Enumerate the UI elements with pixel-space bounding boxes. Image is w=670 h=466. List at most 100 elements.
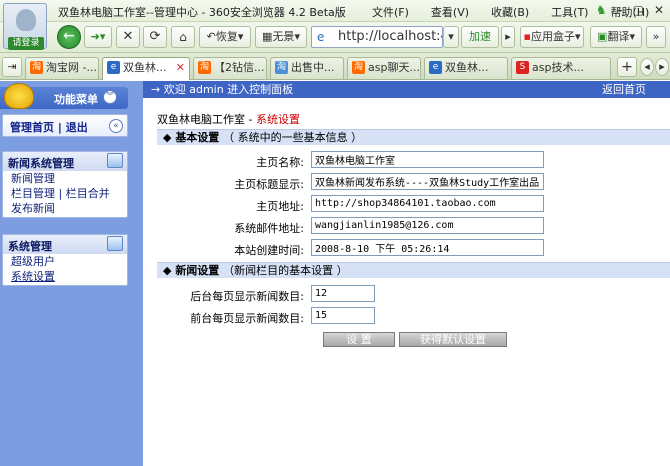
form-row: 主页名称: (157, 150, 670, 170)
back-button[interactable]: ← (57, 25, 81, 49)
form-row: 本站创建时间: (157, 238, 670, 258)
tab-admin-active[interactable]: e 双鱼林... ✕ (102, 57, 190, 80)
field-label: 后台每页显示新闻数目: (190, 290, 304, 303)
enter-panel-link[interactable]: 进入控制面板 (227, 83, 293, 96)
system-header[interactable]: 系统管理 (3, 235, 127, 254)
avatar[interactable]: 请登录 (3, 3, 47, 50)
tab-title: 出售中... (291, 61, 335, 74)
field-label: 本站创建时间: (234, 244, 304, 257)
welcome-strip: → 欢迎 admin 进入控制面板 返回首页 (143, 81, 670, 98)
sidebar-toggle-button[interactable]: ⇥ (2, 57, 22, 77)
basic-settings-section: ◆ 基本设置 （ 系统中的一些基本信息 ） (157, 129, 670, 145)
breadcrumb-separator: - (248, 113, 253, 126)
breadcrumb-site[interactable]: 双鱼林电脑工作室 (157, 113, 245, 126)
grid-icon: ▪ (523, 30, 531, 43)
stop-button[interactable]: ✕ (116, 26, 140, 48)
field-label: 前台每页显示新闻数目: (190, 312, 304, 325)
window-title-bar: 双鱼林电脑工作室--管理中心 - 360安全浏览器 4.2 Beta版 文件(F… (0, 0, 670, 22)
tab-asp-chat[interactable]: 淘 asp聊天... (347, 57, 421, 79)
address-bar[interactable]: e http://localhost:45 (311, 26, 443, 48)
diamond-bullet-icon: ◆ (163, 131, 172, 144)
menu-favorites[interactable]: 收藏(B) (491, 4, 529, 20)
form-row: 主页标题显示: (157, 172, 670, 192)
form-row: 前台每页显示新闻数目: (157, 306, 670, 326)
tab-asp-tech[interactable]: Sasp技术... (511, 57, 611, 79)
refresh-button[interactable]: ⟳ (143, 26, 167, 48)
created-time-input[interactable] (311, 239, 544, 256)
nav-links: 管理首页 | 退出 (10, 119, 88, 135)
logout-link[interactable]: 退出 (66, 121, 88, 134)
skin-icon[interactable]: ♞ (596, 3, 607, 17)
app-box-button[interactable]: ▪应用盒子▾ (520, 26, 584, 48)
admin-home-link[interactable]: 管理首页 (10, 121, 54, 134)
nav-panel: 管理首页 | 退出 « (2, 114, 128, 137)
browser-toolbar: ← ➜▾ ✕ ⟳ ⌂ ↶恢复▾ ▦无景▾ e http://localhost:… (0, 22, 670, 53)
tab-title: 双鱼林... (123, 61, 167, 74)
sidebar-item-publish-news[interactable]: 发布新闻 (3, 201, 127, 216)
minimize-icon[interactable]: – (617, 3, 623, 17)
admin-sidebar: 功能菜单 ︾ 管理首页 | 退出 « 新闻系统管理 新闻管理 栏目管理 | 栏目… (0, 81, 143, 466)
tab-2zuan[interactable]: 淘【2钻信... (193, 57, 267, 79)
menu-view[interactable]: 查看(V) (431, 4, 469, 20)
collapse-menu-icon[interactable]: ︾ (103, 90, 117, 104)
sidebar-item-super-user[interactable]: 超级用户 (3, 254, 127, 269)
tab-title: asp技术... (532, 61, 584, 74)
menu-tools[interactable]: 工具(T) (551, 4, 588, 20)
address-dropdown-button[interactable]: ▾ (443, 26, 459, 48)
function-menu-label: 功能菜单 (54, 93, 98, 106)
form-row: 系统邮件地址: (157, 216, 670, 236)
news-settings-section: ◆ 新闻设置 （新闻栏目的基本设置 ） (157, 262, 670, 278)
page-icon: e (317, 30, 325, 44)
speedup-button[interactable]: 加速 (461, 26, 499, 48)
site-name-input[interactable] (311, 151, 544, 168)
window-controls: ♞ – ▢ ✕ (596, 3, 664, 17)
site-url-input[interactable] (311, 195, 544, 212)
admin-page-size-input[interactable] (311, 285, 375, 302)
field-label: 主页名称: (256, 156, 304, 169)
system-settings-icon (107, 236, 123, 251)
tab-close-icon[interactable]: ✕ (176, 58, 185, 78)
no-image-button[interactable]: ▦无景▾ (255, 26, 307, 48)
email-field[interactable] (311, 217, 544, 234)
diamond-bullet-icon: ◆ (163, 264, 172, 277)
news-settings-desc: （新闻栏目的基本设置 ） (223, 264, 348, 277)
sidebar-item-system-settings[interactable]: 系统设置 (3, 269, 127, 284)
tab-onsale[interactable]: 淘出售中... (270, 57, 344, 79)
front-page-size-input[interactable] (311, 307, 375, 324)
collapse-sidebar-icon[interactable]: « (109, 119, 123, 133)
go-button[interactable]: ▸ (501, 26, 515, 48)
menu-file[interactable]: 文件(F) (372, 4, 409, 20)
speedup-label: 加速 (469, 30, 491, 43)
translate-button[interactable]: ▣翻译▾ (590, 26, 642, 48)
tab-taobao[interactable]: 淘淘宝网 -... (25, 57, 99, 79)
nav-separator: | (57, 121, 62, 134)
tab-scroll-left-button[interactable]: ◂ (640, 58, 654, 76)
save-settings-button[interactable]: 设 置 (323, 332, 395, 347)
maximize-icon[interactable]: ▢ (633, 3, 644, 17)
site-title-input[interactable] (311, 173, 544, 190)
back-home-link[interactable]: 返回首页 (602, 81, 646, 98)
news-system-title: 新闻系统管理 (8, 157, 74, 170)
get-default-settings-button[interactable]: 获得默认设置 (399, 332, 507, 347)
ie-favicon-icon: e (107, 61, 120, 74)
close-window-icon[interactable]: ✕ (654, 3, 664, 17)
form-row: 后台每页显示新闻数目: (157, 284, 670, 304)
user-silhouette-icon (16, 9, 36, 31)
more-tools-button[interactable]: » (646, 26, 666, 48)
restore-button[interactable]: ↶恢复▾ (199, 26, 251, 48)
tab-scroll-right-button[interactable]: ▸ (655, 58, 669, 76)
tab-shuangyulin[interactable]: e 双鱼林... (424, 57, 508, 79)
tab-bar: ⇥ 淘淘宝网 -... e 双鱼林... ✕ 淘【2钻信... 淘出售中... 淘a… (0, 53, 670, 80)
basic-settings-desc: （ 系统中的一些基本信息 ） (223, 131, 363, 144)
taobao-favicon-icon: 淘 (352, 61, 365, 74)
sidebar-item-category-manage[interactable]: 栏目管理 | 栏目合并 (3, 186, 127, 201)
restore-label: 恢复 (215, 30, 238, 43)
forward-button[interactable]: ➜▾ (84, 26, 112, 48)
field-label: 主页标题显示: (234, 178, 304, 191)
login-button[interactable]: 请登录 (8, 37, 44, 50)
image-icon: ▦ (262, 30, 273, 43)
home-button[interactable]: ⌂ (171, 26, 195, 48)
sidebar-item-news-manage[interactable]: 新闻管理 (3, 171, 127, 186)
news-system-header[interactable]: 新闻系统管理 (3, 152, 127, 171)
new-tab-button[interactable]: + (617, 57, 637, 77)
